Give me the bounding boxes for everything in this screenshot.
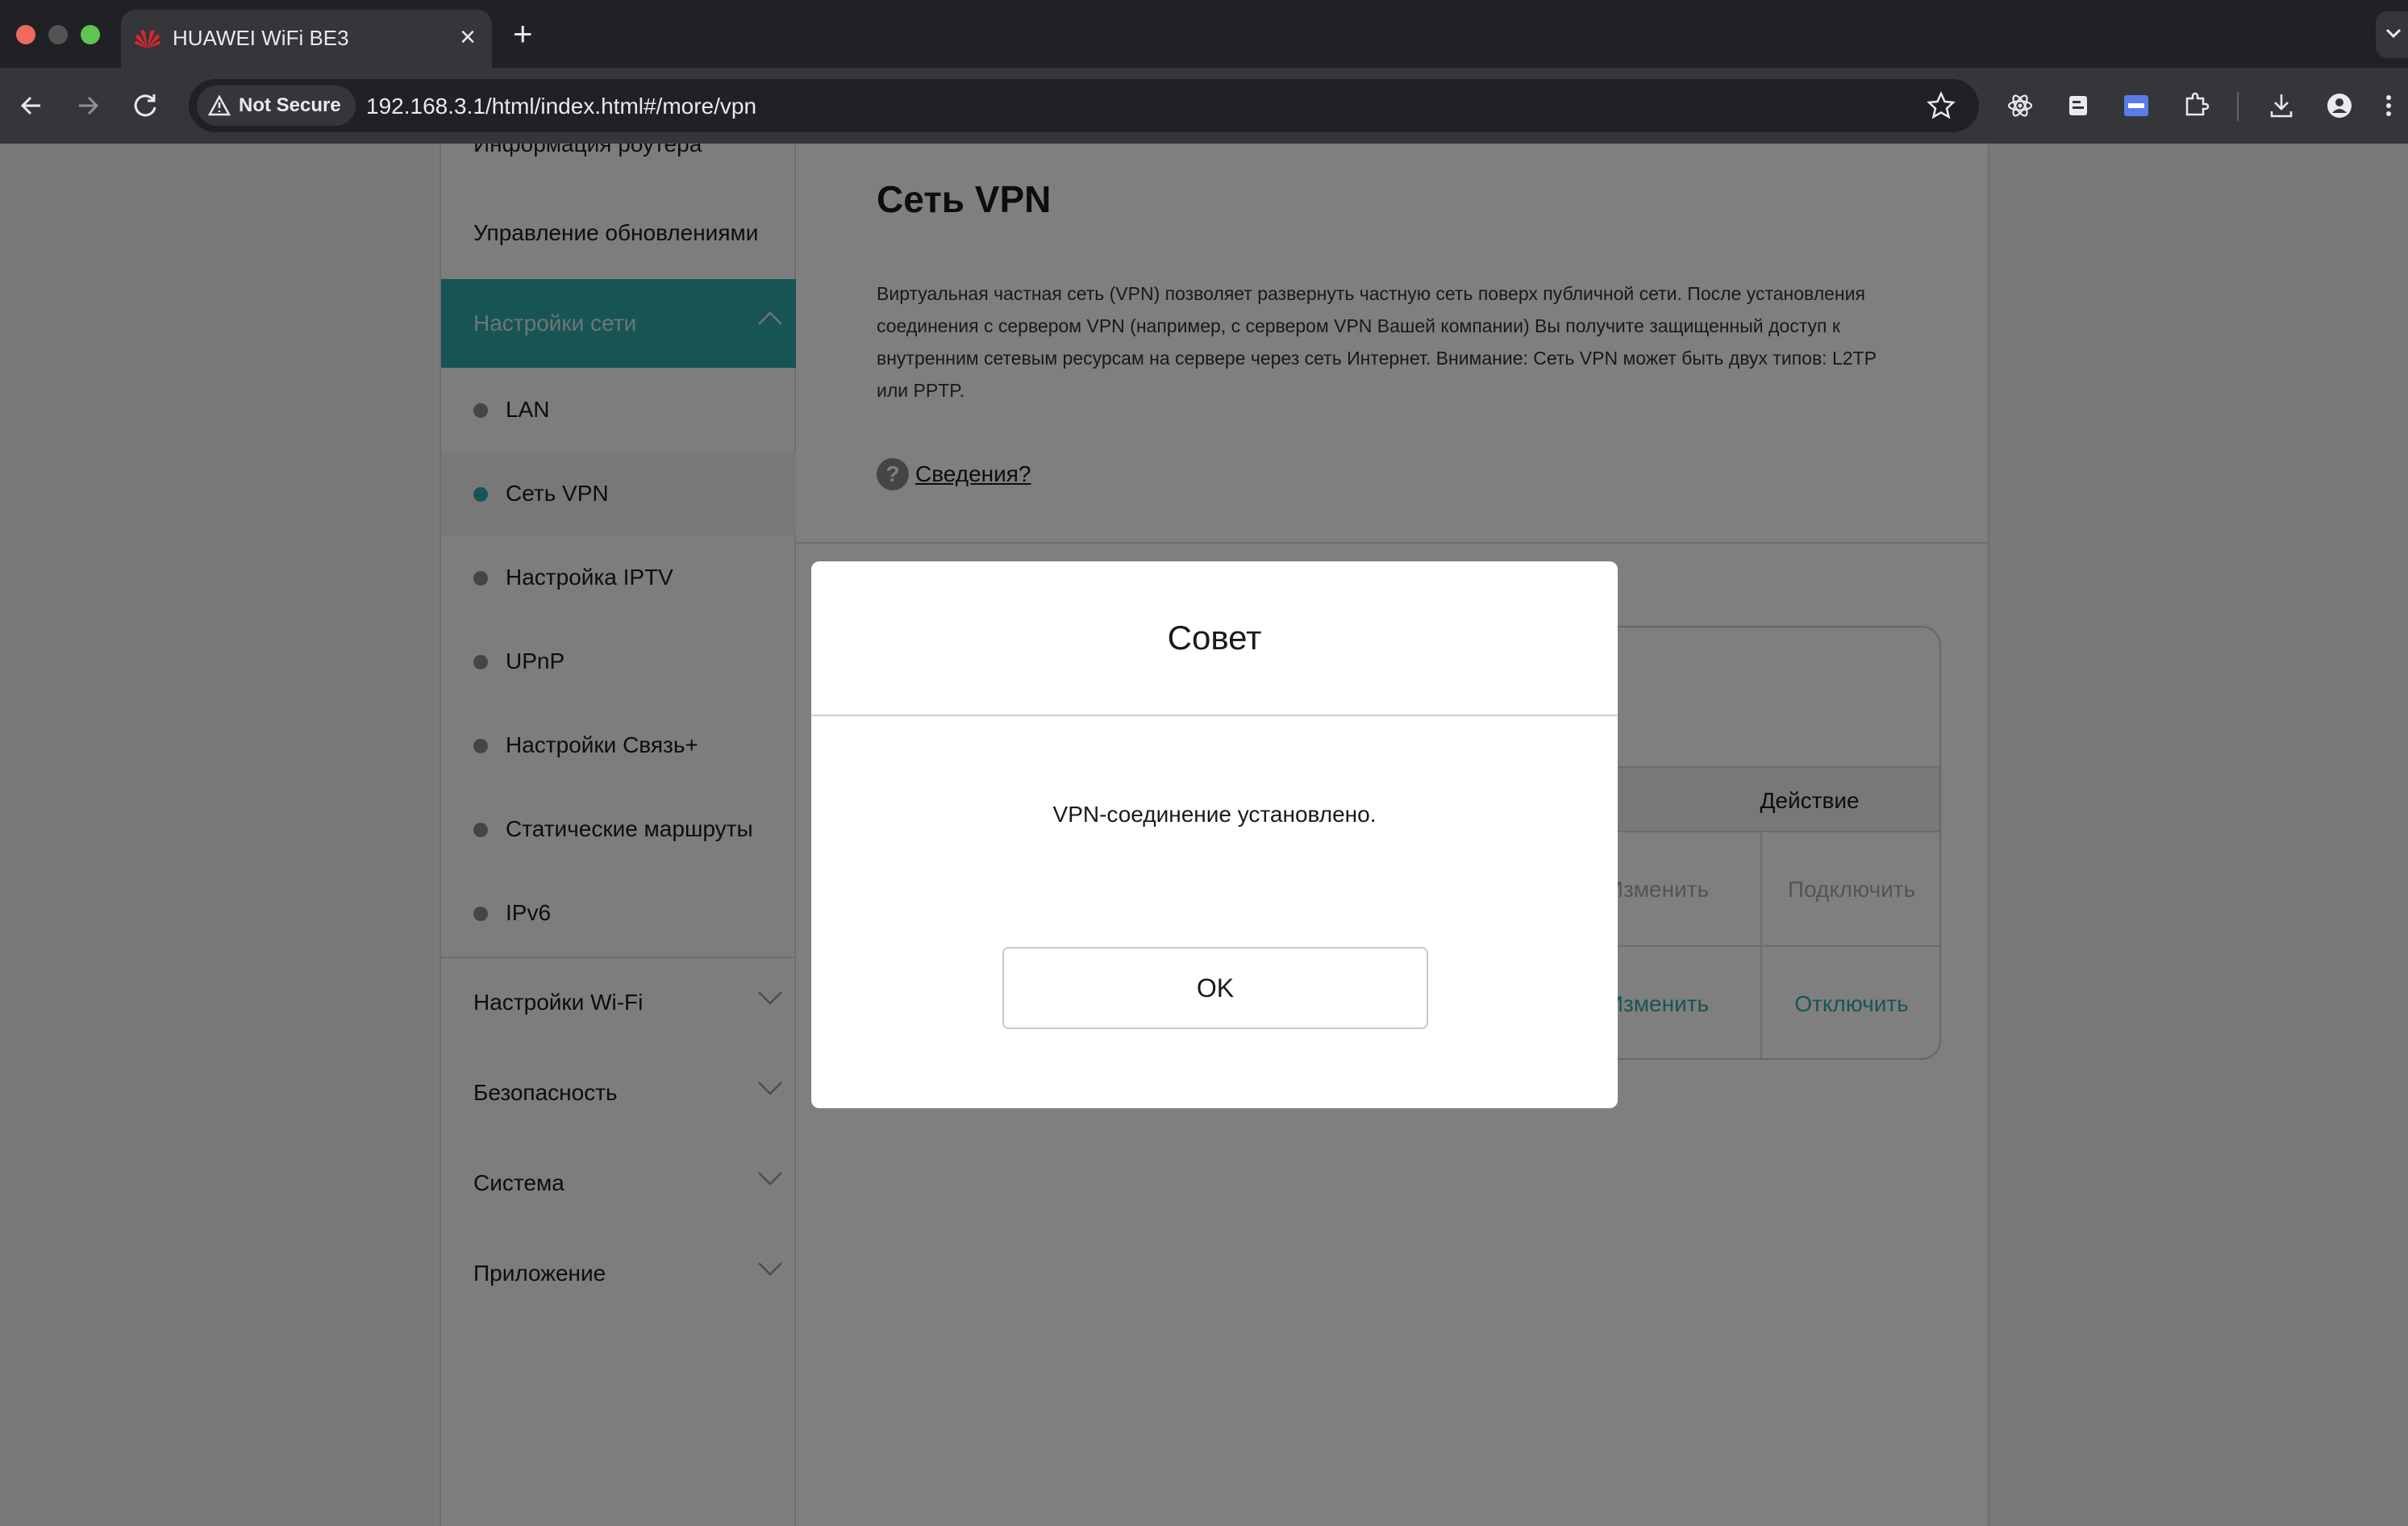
back-arrow-icon[interactable] — [13, 87, 50, 124]
security-chip[interactable]: Not Secure — [197, 85, 356, 126]
huawei-logo-icon — [135, 30, 160, 48]
bookmark-star-icon[interactable] — [1926, 90, 1956, 121]
profile-avatar-icon[interactable] — [2321, 87, 2358, 124]
dialog-message: VPN-соединение установлено. — [1052, 802, 1377, 827]
chevron-down-icon — [2385, 28, 2402, 39]
ok-button[interactable]: OK — [1002, 947, 1428, 1029]
browser-tab-bar: HUAWEI WiFi BE3 × + — [0, 0, 2408, 68]
download-icon[interactable] — [2263, 87, 2300, 124]
toolbar-separator — [2237, 92, 2239, 121]
keyboard-extension-icon[interactable] — [2118, 87, 2155, 124]
tab-search-button[interactable] — [2376, 11, 2408, 58]
browser-tab[interactable]: HUAWEI WiFi BE3 × — [121, 10, 492, 68]
address-bar[interactable]: Not Secure 192.168.3.1/html/index.html#/… — [189, 79, 1979, 132]
dialog-divider — [811, 715, 1618, 716]
browser-toolbar: Not Secure 192.168.3.1/html/index.html#/… — [0, 68, 2408, 144]
security-label: Not Secure — [239, 94, 341, 116]
window-zoom-button[interactable] — [81, 25, 100, 44]
forward-arrow-icon[interactable] — [69, 87, 106, 124]
window-close-button[interactable] — [16, 25, 35, 44]
warning-icon — [208, 95, 231, 116]
tip-dialog: Совет VPN-соединение установлено. OK — [811, 561, 1618, 1108]
new-tab-button[interactable]: + — [513, 15, 533, 53]
window-minimize-button[interactable] — [48, 25, 68, 44]
react-devtools-icon[interactable] — [2002, 87, 2039, 124]
browser-menu-icon[interactable] — [2379, 87, 2398, 124]
reload-icon[interactable] — [127, 87, 165, 124]
router-web-page: Информация роутера Управление обновления… — [0, 144, 2408, 1526]
tab-title: HUAWEI WiFi BE3 — [173, 26, 349, 50]
extensions-puzzle-icon[interactable] — [2177, 87, 2214, 124]
tab-close-icon[interactable]: × — [460, 21, 476, 53]
extension-icon[interactable] — [2060, 87, 2097, 124]
url-text[interactable]: 192.168.3.1/html/index.html#/more/vpn — [366, 94, 756, 119]
dialog-title: Совет — [1167, 619, 1262, 657]
